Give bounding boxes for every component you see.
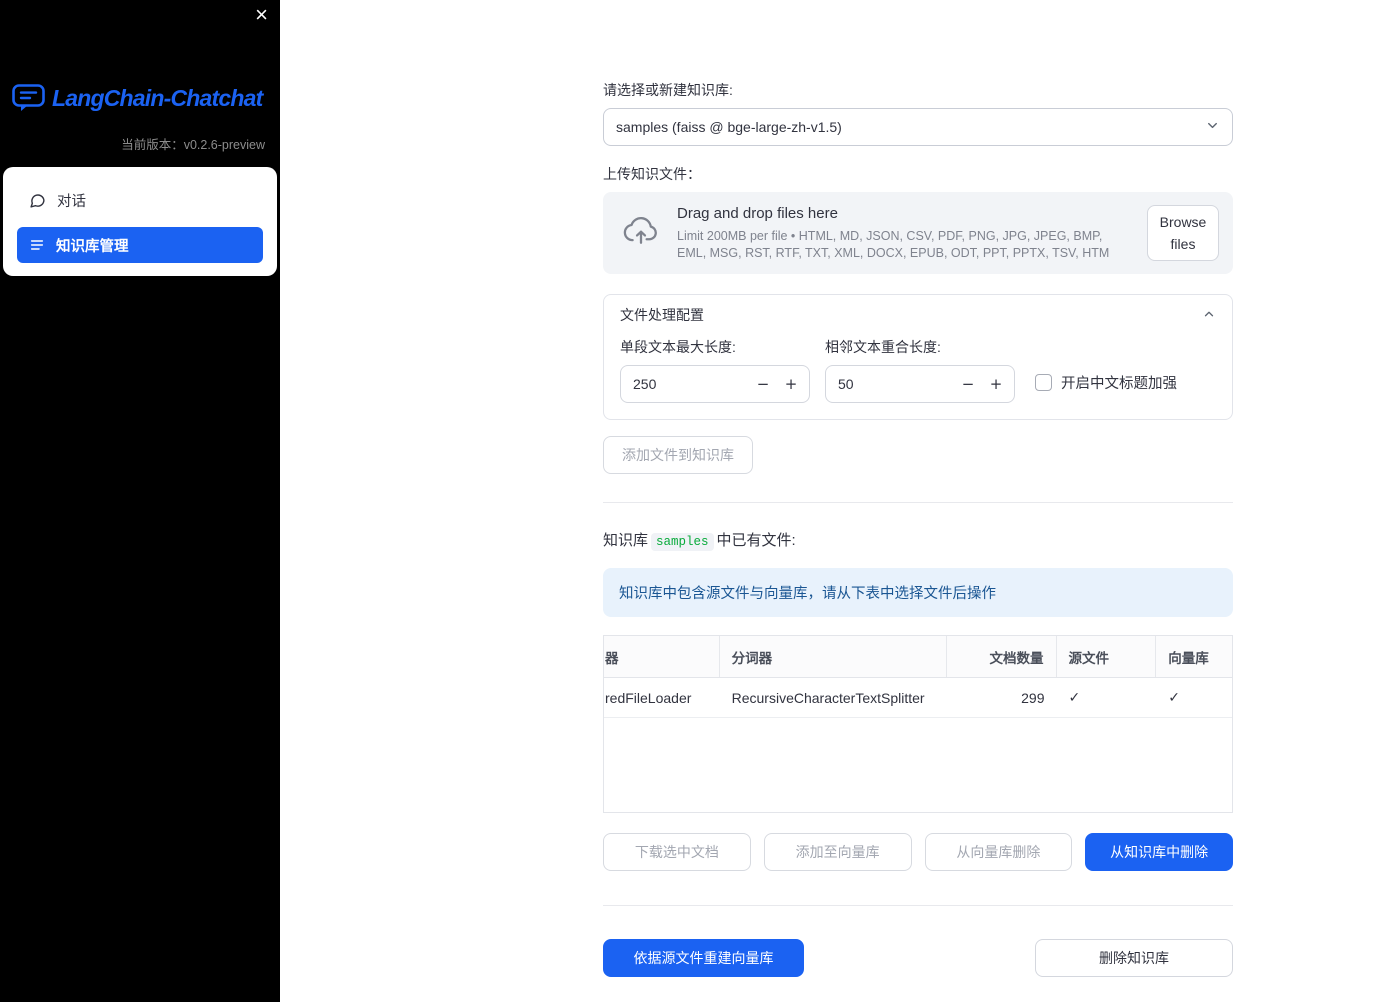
divider: [603, 502, 1233, 503]
overlap-decrement-button[interactable]: −: [954, 367, 982, 401]
expander-title: 文件处理配置: [620, 307, 704, 323]
cell-source-check: ✓: [1068, 689, 1081, 705]
chinese-title-checkbox[interactable]: [1035, 374, 1052, 391]
cell-loader: redFileLoader: [605, 689, 692, 706]
table-empty-area: [604, 718, 1232, 812]
table-row[interactable]: redFileLoader RecursiveCharacterTextSpli…: [604, 678, 1232, 718]
kb-name-code: samples: [651, 533, 714, 551]
main-content: 请选择或新建知识库: samples (faiss @ bge-large-zh…: [280, 0, 1380, 1002]
sidebar-item-label: 知识库管理: [56, 238, 129, 255]
download-selected-button[interactable]: 下载选中文档: [603, 833, 751, 871]
delete-from-kb-button[interactable]: 从知识库中删除: [1085, 833, 1233, 871]
overlap-value[interactable]: 50: [838, 376, 954, 392]
kb-selectbox[interactable]: samples (faiss @ bge-large-zh-v1.5): [603, 108, 1233, 146]
overlap-label: 相邻文本重合长度:: [825, 339, 941, 355]
version-value: v0.2.6-preview: [183, 138, 265, 152]
version-text: 当前版本：v0.2.6-preview: [0, 112, 280, 153]
expander-body: 单段文本最大长度: 250 − + 相邻文本重合长度: 50 − + 开启中文标…: [604, 335, 1232, 419]
table-header-loader: 器: [604, 636, 720, 677]
expander-header[interactable]: 文件处理配置: [604, 295, 1232, 335]
sidebar-menu: 对话 知识库管理: [3, 167, 277, 276]
sidebar-item-label: 对话: [57, 193, 86, 210]
delete-kb-button[interactable]: 删除知识库: [1035, 939, 1233, 977]
file-config-expander: 文件处理配置 单段文本最大长度: 250 − + 相邻文本重合长度: 50 − …: [603, 294, 1233, 420]
cell-splitter: RecursiveCharacterTextSplitter: [731, 689, 925, 706]
cell-vector-check: ✓: [1168, 689, 1180, 705]
max-length-input[interactable]: 250 − +: [620, 365, 810, 403]
table-header-source: 源文件: [1057, 636, 1157, 677]
add-to-vector-store-button[interactable]: 添加至向量库: [763, 833, 912, 871]
table-header-splitter: 分词器: [720, 636, 947, 677]
dropzone-limit-text: Limit 200MB per file • HTML, MD, JSON, C…: [677, 229, 1110, 260]
chat-bubble-icon: [29, 192, 46, 209]
chevron-down-icon: [1205, 118, 1220, 136]
file-actions-row: 下载选中文档 添加至向量库 从向量库删除 从知识库中删除: [603, 833, 1233, 871]
max-length-value[interactable]: 250: [633, 376, 749, 392]
info-banner: 知识库中包含源文件与向量库，请从下表中选择文件后操作: [603, 568, 1233, 617]
overlap-input[interactable]: 50 − +: [825, 365, 1015, 403]
app-window: × LangChain-Chatchat 当前版本：v0.2.6-preview: [0, 0, 1380, 1002]
sidebar: × LangChain-Chatchat 当前版本：v0.2.6-preview: [0, 0, 280, 1002]
app-logo: LangChain-Chatchat: [12, 84, 272, 112]
upload-cloud-icon: [621, 215, 661, 252]
sidebar-item-dialogue[interactable]: 对话: [17, 182, 263, 218]
dropzone-text: Drag and drop files here Limit 200MB per…: [677, 205, 1131, 261]
browse-files-button[interactable]: Browse files: [1147, 204, 1219, 262]
kb-select-label: 请选择或新建知识库:: [603, 82, 733, 98]
knowledge-list-icon: [29, 237, 45, 253]
close-sidebar-icon[interactable]: ×: [255, 4, 268, 26]
sidebar-item-knowledge-base[interactable]: 知识库管理: [17, 227, 263, 263]
table-header-vector: 向量库: [1168, 650, 1209, 666]
file-dropzone[interactable]: Drag and drop files here Limit 200MB per…: [603, 192, 1233, 274]
divider: [603, 905, 1233, 906]
overlap-increment-button[interactable]: +: [982, 367, 1010, 401]
rebuild-vector-store-button[interactable]: 依据源文件重建向量库: [603, 939, 804, 977]
chevron-up-icon: [1202, 307, 1216, 324]
add-files-button[interactable]: 添加文件到知识库: [603, 436, 753, 474]
kb-files-table: 器 分词器 文档数量 源文件 向量库 redFileLoader Recursi…: [603, 635, 1233, 813]
dropzone-title: Drag and drop files here: [677, 205, 838, 222]
max-length-label: 单段文本最大长度:: [620, 339, 736, 355]
table-header-doc-count: 文档数量: [947, 636, 1057, 677]
chinese-title-checkbox-label: 开启中文标题加强: [1061, 376, 1177, 392]
kb-files-heading: 知识库 samples 中已有文件:: [603, 529, 1233, 551]
kb-files-suffix: 中已有文件:: [716, 532, 796, 549]
chat-logo-icon: [12, 84, 45, 112]
app-logo-text: LangChain-Chatchat: [52, 84, 263, 111]
kb-actions-row: 依据源文件重建向量库 删除知识库: [603, 939, 1233, 977]
table-header-row: 器 分词器 文档数量 源文件 向量库: [604, 636, 1232, 678]
cell-doc-count: 299: [1021, 689, 1045, 706]
version-label: 当前版本：: [121, 138, 184, 152]
max-length-decrement-button[interactable]: −: [749, 367, 777, 401]
upload-label: 上传知识文件：: [603, 166, 701, 182]
kb-files-prefix: 知识库: [603, 532, 649, 549]
remove-from-vector-store-button[interactable]: 从向量库删除: [924, 833, 1073, 871]
max-length-increment-button[interactable]: +: [777, 367, 805, 401]
kb-selected-value: samples (faiss @ bge-large-zh-v1.5): [616, 119, 842, 135]
